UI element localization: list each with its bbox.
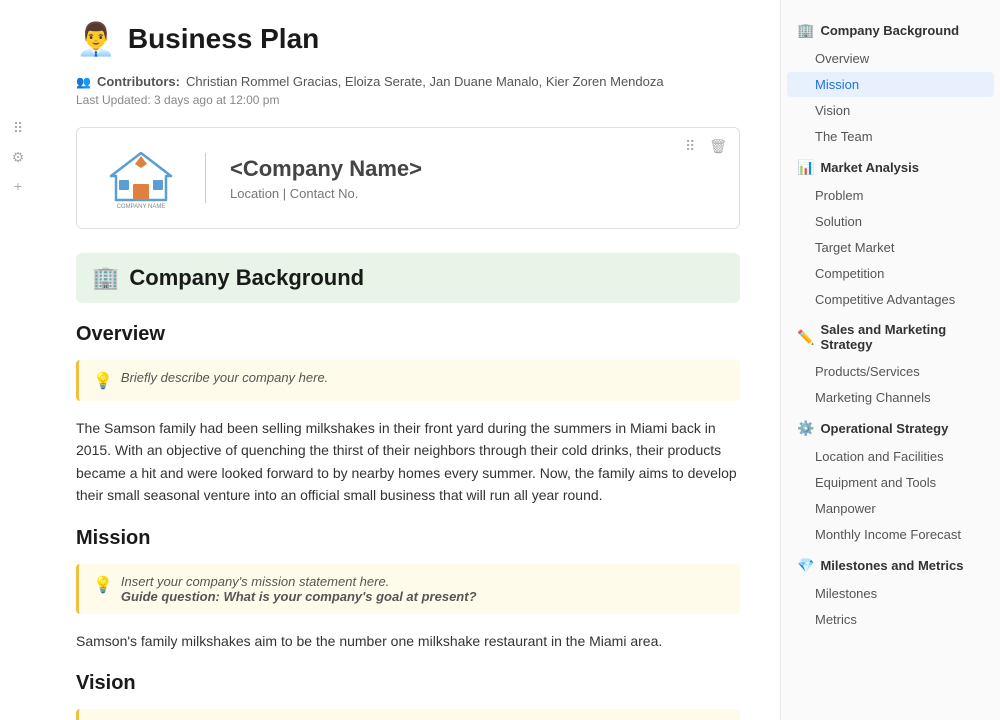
mission-hint-line1: Insert your company's mission statement …: [121, 574, 477, 589]
page-emoji: 👨‍💼: [76, 20, 116, 58]
sidebar-section-label-company-background: Company Background: [820, 23, 959, 38]
sidebar-section-icon-sales-marketing: ✏️: [797, 329, 814, 346]
company-logo-block: COMPANY NAME <Company Name> Location | C…: [76, 127, 740, 229]
sidebar-item-equipment-tools[interactable]: Equipment and Tools: [787, 470, 994, 495]
sidebar-section-market-analysis: 📊 Market Analysis ProblemSolutionTarget Ma…: [781, 153, 1000, 312]
settings-icon[interactable]: ⚙: [12, 149, 25, 166]
sidebar-section-icon-company-background: 🏢: [797, 22, 814, 39]
right-sidebar: 🏢 Company Background OverviewMissionVision…: [780, 0, 1000, 720]
sidebar-item-competition[interactable]: Competition: [787, 261, 994, 286]
sidebar-item-monthly-income-forecast[interactable]: Monthly Income Forecast: [787, 522, 994, 547]
overview-hint-block: 💡 Briefly describe your company here.: [76, 360, 740, 401]
sidebar-section-header-operational-strategy[interactable]: ⚙️ Operational Strategy: [781, 414, 1000, 443]
sidebar-section-sales-marketing: ✏️ Sales and Marketing Strategy Products/S…: [781, 316, 1000, 410]
contributors-names: Christian Rommel Gracias, Eloiza Serate,…: [186, 74, 664, 89]
sidebar-item-products-services[interactable]: Products/Services: [787, 359, 994, 384]
add-block-icon[interactable]: +: [14, 178, 22, 194]
sidebar-section-icon-market-analysis: 📊: [797, 159, 814, 176]
mission-hint-content: Insert your company's mission statement …: [121, 574, 477, 604]
sidebar-item-solution[interactable]: Solution: [787, 209, 994, 234]
page-header: 👨‍💼 Business Plan: [76, 20, 740, 58]
sidebar-item-manpower[interactable]: Manpower: [787, 496, 994, 521]
sidebar-section-label-sales-marketing: Sales and Marketing Strategy: [820, 322, 984, 352]
section-header-block: 🏢 Company Background: [76, 253, 740, 303]
sidebar-section-label-milestones-metrics: Milestones and Metrics: [820, 558, 963, 573]
company-logo: COMPANY NAME: [101, 148, 181, 208]
vision-hint-block: 💡 Insert your company's vision statement…: [76, 709, 740, 720]
sidebar-section-milestones-metrics: 💎 Milestones and Metrics MilestonesMetrics: [781, 551, 1000, 632]
block-delete-btn[interactable]: 🗑: [705, 136, 731, 157]
sidebar-item-target-market[interactable]: Target Market: [787, 235, 994, 260]
sidebar-item-vision[interactable]: Vision: [787, 98, 994, 123]
overview-hint-text: Briefly describe your company here.: [121, 370, 328, 385]
contributors-label: Contributors:: [97, 74, 180, 89]
sidebar-item-mission[interactable]: Mission: [787, 72, 994, 97]
company-info: <Company Name> Location | Contact No.: [230, 156, 422, 201]
sidebar-section-header-company-background[interactable]: 🏢 Company Background: [781, 16, 1000, 45]
hint-icon: 💡: [93, 371, 113, 391]
block-actions: ⠿ 🗑: [681, 136, 731, 157]
sidebar-item-overview[interactable]: Overview: [787, 46, 994, 71]
sidebar-section-header-milestones-metrics[interactable]: 💎 Milestones and Metrics: [781, 551, 1000, 580]
sidebar-section-operational-strategy: ⚙️ Operational Strategy Location and Facil…: [781, 414, 1000, 547]
sidebar-section-header-sales-marketing[interactable]: ✏️ Sales and Marketing Strategy: [781, 316, 1000, 358]
sidebar-item-marketing-channels[interactable]: Marketing Channels: [787, 385, 994, 410]
mission-hint-line2: Guide question: What is your company's g…: [121, 589, 477, 604]
last-updated: Last Updated: 3 days ago at 12:00 pm: [76, 93, 740, 107]
page-title: Business Plan: [128, 23, 319, 55]
sidebar-item-milestones[interactable]: Milestones: [787, 581, 994, 606]
sidebar-item-competitive-advantages[interactable]: Competitive Advantages: [787, 287, 994, 312]
contributors-icon: 👥: [76, 75, 91, 89]
sidebar-section-label-market-analysis: Market Analysis: [820, 160, 919, 175]
vision-heading: Vision: [76, 672, 740, 695]
company-name: <Company Name>: [230, 156, 422, 182]
sidebar-item-location-facilities[interactable]: Location and Facilities: [787, 444, 994, 469]
overview-heading: Overview: [76, 323, 740, 346]
sidebar-item-the-team[interactable]: The Team: [787, 124, 994, 149]
sidebar-section-header-market-analysis[interactable]: 📊 Market Analysis: [781, 153, 1000, 182]
mission-hint-block: 💡 Insert your company's mission statemen…: [76, 564, 740, 614]
sidebar-section-label-operational-strategy: Operational Strategy: [820, 421, 948, 436]
mission-hint-icon: 💡: [93, 575, 113, 595]
section-header-title: Company Background: [129, 265, 364, 291]
mission-heading: Mission: [76, 527, 740, 550]
company-sub: Location | Contact No.: [230, 186, 422, 201]
block-drag-btn[interactable]: ⠿: [681, 136, 699, 157]
sidebar-item-problem[interactable]: Problem: [787, 183, 994, 208]
drag-handle-icon[interactable]: ⠿: [13, 120, 23, 137]
svg-text:COMPANY NAME: COMPANY NAME: [117, 204, 166, 208]
overview-body: The Samson family had been selling milks…: [76, 417, 740, 507]
sidebar-item-metrics[interactable]: Metrics: [787, 607, 994, 632]
sidebar-section-icon-operational-strategy: ⚙️: [797, 420, 814, 437]
sidebar-section-company-background: 🏢 Company Background OverviewMissionVision…: [781, 16, 1000, 149]
main-content-area: 👨‍💼 Business Plan 👥 Contributors: Christ…: [36, 0, 780, 720]
section-header-emoji: 🏢: [92, 265, 119, 291]
left-toolbar: ⠿ ⚙ +: [0, 0, 36, 720]
contributors-line: 👥 Contributors: Christian Rommel Gracias…: [76, 74, 740, 89]
sidebar-section-icon-milestones-metrics: 💎: [797, 557, 814, 574]
mission-body: Samson's family milkshakes aim to be the…: [76, 630, 740, 652]
company-divider: [205, 153, 206, 203]
